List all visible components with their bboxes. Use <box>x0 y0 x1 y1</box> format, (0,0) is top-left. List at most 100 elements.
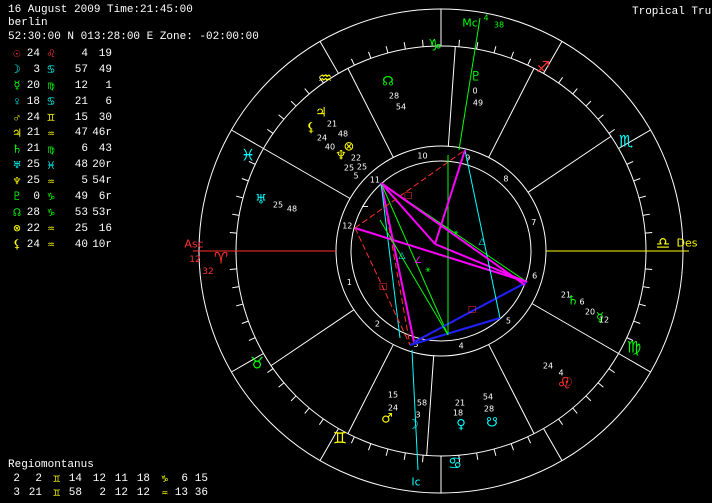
planet-minutes: 54 <box>396 103 406 112</box>
zodiac-tick <box>422 455 424 463</box>
planet-glyph-icon: ☋ <box>486 416 498 431</box>
aspect-line <box>464 149 501 319</box>
zodiac-tick <box>642 213 650 216</box>
planet-minutes: 5 <box>353 172 358 181</box>
zodiac-tick <box>476 452 479 460</box>
house-cusp-line <box>488 68 535 158</box>
planet-degree: 28 <box>389 92 399 101</box>
planet-glyph-icon: ♀ <box>456 418 466 433</box>
zodiac-tick <box>543 428 563 461</box>
zodiac-tick <box>527 436 532 444</box>
house-number: 12 <box>342 221 352 230</box>
planet-degree: 20 <box>585 308 595 317</box>
zodiac-tick <box>510 51 514 59</box>
planet-degree: 3 <box>415 411 420 420</box>
zodiac-tick <box>572 88 578 95</box>
zodiac-sign-icon: ♏ <box>619 132 633 151</box>
aspect-marker-icon: □ <box>404 191 413 201</box>
aspect-marker-icon: ⚹ <box>425 265 431 275</box>
zodiac-tick <box>304 407 310 414</box>
planet-minutes: 25 <box>357 163 367 172</box>
ascendant-minutes: 32 <box>202 267 213 277</box>
zodiac-tick <box>350 436 355 444</box>
zodiac-tick <box>241 178 249 182</box>
zodiac-tick <box>558 77 564 84</box>
planet-glyph-icon: ⚸ <box>306 121 316 136</box>
zodiac-sign-icon: ♍ <box>627 338 641 357</box>
planet-glyph-icon: ♇ <box>470 70 482 85</box>
planet-degree: 24 <box>317 134 327 143</box>
zodiac-tick <box>633 320 641 324</box>
planet-glyph-icon: ☽ <box>407 418 419 433</box>
zodiac-tick <box>290 395 297 402</box>
zodiac-tick <box>403 452 406 460</box>
zodiac-tick <box>241 320 249 324</box>
zodiac-tick <box>527 58 532 66</box>
zodiac-tick <box>558 418 564 425</box>
zodiac-sign-icon: ♓ <box>241 146 255 165</box>
zodiac-tick <box>304 88 310 95</box>
ascendant-label: Asc <box>184 238 203 251</box>
planet-degree: 22 <box>351 154 361 163</box>
planet-minutes: 4 <box>558 369 563 378</box>
midheaven-degree: 4 <box>483 14 488 23</box>
zodiac-tick <box>290 100 297 107</box>
planet-degree: 0 <box>472 87 477 96</box>
midheaven-label: Mc <box>462 17 478 30</box>
zodiac-sign-icon: ♈ <box>214 249 228 268</box>
house-number: 7 <box>531 218 536 227</box>
aspect-marker-icon: △ <box>399 251 406 261</box>
midheaven-minutes: 38 <box>494 21 504 30</box>
wheel-ring <box>335 145 547 357</box>
house-number: 5 <box>506 316 511 325</box>
zodiac-tick <box>267 128 274 134</box>
zodiac-tick <box>267 368 274 374</box>
zodiac-tick <box>642 286 650 289</box>
planet-minutes: 49 <box>473 99 483 108</box>
aspect-line <box>409 317 501 346</box>
zodiac-tick <box>597 114 604 120</box>
zodiac-tick <box>572 407 578 414</box>
zodiac-tick <box>633 178 641 182</box>
aspect-marker-icon: ∠ <box>414 256 422 266</box>
zodiac-tick <box>236 303 244 307</box>
house-number: 8 <box>503 174 508 183</box>
zodiac-tick <box>385 448 389 456</box>
aspect-line <box>354 227 528 283</box>
planet-degree: 25 <box>273 201 283 210</box>
zodiac-tick <box>368 51 372 59</box>
zodiac-tick <box>458 39 460 47</box>
planet-minutes: 48 <box>287 205 297 214</box>
astrology-wheel: 123 456789101112♈♉♊♋♌♍♎♏♐♑♒♓Asc1232DesMc 4… <box>184 8 698 494</box>
planet-glyph-icon: ☉ <box>561 376 573 391</box>
zodiac-tick <box>422 39 424 47</box>
zodiac-tick <box>350 58 355 66</box>
aspect-marker-icon: △ <box>479 237 486 247</box>
planet-minutes: 54 <box>483 393 493 402</box>
house-cusp-line <box>447 46 456 147</box>
zodiac-tick <box>626 160 634 165</box>
zodiac-tick <box>638 195 646 199</box>
planet-minutes: 12 <box>599 316 609 325</box>
zodiac-tick <box>248 337 256 342</box>
house-cusp-line <box>531 303 619 354</box>
zodiac-tick <box>493 448 497 456</box>
zodiac-tick <box>232 286 240 289</box>
zodiac-tick <box>278 382 285 388</box>
aspect-marker-icon: ∠ <box>361 200 369 210</box>
imum-coeli-label: Ic <box>411 476 420 489</box>
zodiac-tick <box>585 395 592 402</box>
planet-glyph-icon: ♃ <box>315 106 327 121</box>
planet-minutes: 58 <box>417 399 427 408</box>
planet-glyph-icon: ☊ <box>382 75 394 90</box>
planet-minutes: 15 <box>388 391 398 400</box>
zodiac-sign-icon: ♋ <box>448 454 462 473</box>
ascendant-degree: 12 <box>189 255 200 265</box>
planet-minutes: 21 <box>455 399 465 408</box>
planet-glyph-icon: ♂ <box>381 412 393 427</box>
descendant-label: Des <box>677 237 698 250</box>
house-cusp-line <box>270 309 355 367</box>
planet-minutes: 6 <box>579 298 584 307</box>
zodiac-tick <box>278 114 285 120</box>
planet-degree: 28 <box>484 405 494 414</box>
